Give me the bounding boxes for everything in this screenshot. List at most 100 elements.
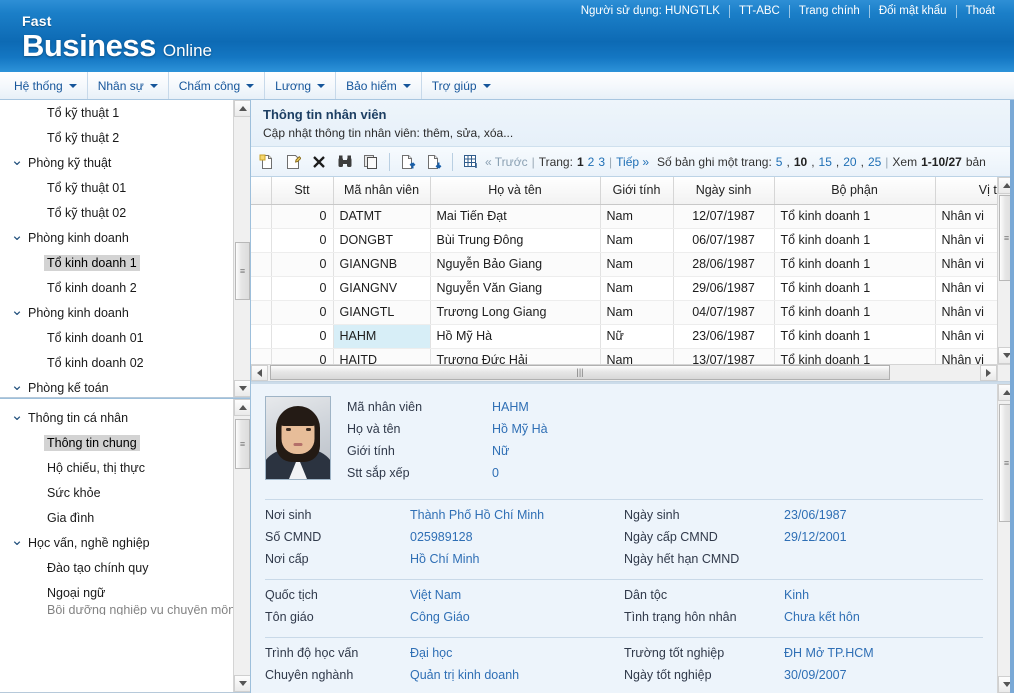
scroll-up-button[interactable] (234, 100, 250, 117)
category-tree-item[interactable]: Ngoại ngữ (0, 580, 233, 605)
page-size-20[interactable]: 20 (843, 155, 856, 169)
chevron-down-icon[interactable]: ⌄ (9, 311, 25, 315)
education-field-value[interactable]: Quản trị kinh doanh (410, 668, 624, 682)
personal-field-value[interactable]: 29/12/2001 (784, 530, 983, 544)
page-size-5[interactable]: 5 (776, 155, 783, 169)
column-header-code[interactable]: Mã nhân viên (333, 177, 430, 204)
menu-item-nhan-su[interactable]: Nhân sự (88, 72, 169, 99)
page-size-25[interactable]: 25 (868, 155, 881, 169)
education-field-value[interactable]: ĐH Mở TP.HCM (784, 646, 983, 660)
org-tree-item[interactable]: Tổ kinh doanh 02 (0, 350, 233, 375)
org-tree-item[interactable]: Tổ kinh doanh 2 (0, 275, 233, 300)
chevron-down-icon[interactable]: ⌄ (9, 386, 25, 390)
scroll-left-button[interactable] (251, 365, 268, 381)
category-tree-item[interactable]: Thông tin chung (0, 430, 233, 455)
category-tree-item[interactable]: ⌄Thông tin cá nhân (0, 405, 233, 430)
table-row[interactable]: 0DATMTMai Tiến ĐạtNam12/07/1987Tổ kinh d… (251, 204, 997, 228)
column-header-dept[interactable]: Bộ phận (774, 177, 935, 204)
menu-item-bao-hiem[interactable]: Bảo hiểm (336, 72, 422, 99)
horizontal-scroll-track[interactable] (268, 365, 980, 381)
category-tree-item[interactable]: Sức khỏe (0, 480, 233, 505)
personal-field-value[interactable]: 025989128 (410, 530, 624, 544)
column-header-dob[interactable]: Ngày sinh (673, 177, 774, 204)
menu-item-he-thong[interactable]: Hệ thống (4, 72, 88, 99)
category-tree-vertical-scrollbar[interactable] (233, 399, 250, 692)
origin-field-value[interactable]: Việt Nam (410, 588, 624, 602)
prev-page-link[interactable]: « Trước (485, 155, 528, 169)
table-row[interactable]: 0DONGBTBùi Trung ĐôngNam06/07/1987Tổ kin… (251, 228, 997, 252)
scroll-down-button[interactable] (234, 380, 250, 397)
column-header-position[interactable]: Vị trí (935, 177, 997, 204)
header-link-change-password[interactable]: Đổi mật khẩu (870, 5, 956, 17)
column-header-name[interactable]: Họ và tên (430, 177, 600, 204)
personal-field-value[interactable]: Hồ Chí Minh (410, 552, 624, 566)
org-tree-item[interactable]: Tổ kỹ thuật 1 (0, 100, 233, 125)
table-row[interactable]: 0GIANGTLTrương Long GiangNam04/07/1987Tổ… (251, 300, 997, 324)
scrollbar-thumb[interactable] (270, 365, 890, 380)
header-link-home[interactable]: Trang chính (790, 5, 869, 17)
education-field-value[interactable]: 30/09/2007 (784, 668, 983, 682)
scroll-up-button[interactable] (234, 399, 250, 416)
chevron-down-icon[interactable]: ⌄ (9, 161, 25, 165)
chevron-down-icon[interactable]: ⌄ (9, 236, 25, 240)
origin-field-value[interactable]: Công Giáo (410, 610, 624, 624)
table-row[interactable]: 0GIANGNVNguyễn Văn GiangNam29/06/1987Tổ … (251, 276, 997, 300)
column-header-stt[interactable]: Stt (271, 177, 333, 204)
org-tree-item[interactable]: ⌄Phòng kinh doanh (0, 225, 233, 250)
column-header-sex[interactable]: Giới tính (600, 177, 673, 204)
header-link-logout[interactable]: Thoát (957, 5, 1004, 17)
category-tree-item[interactable]: Đào tạo chính quy (0, 555, 233, 580)
org-tree-item[interactable]: Tổ kỹ thuật 01 (0, 175, 233, 200)
table-row[interactable]: 0GIANGNBNguyễn Bảo GiangNam28/06/1987Tổ … (251, 252, 997, 276)
new-record-button[interactable] (255, 150, 279, 174)
org-tree-item[interactable]: Tổ kinh doanh 01 (0, 325, 233, 350)
identity-field-value[interactable]: HAHM (492, 400, 983, 414)
edit-record-button[interactable] (281, 150, 305, 174)
category-tree-item[interactable]: ⌄Học vấn, nghề nghiệp (0, 530, 233, 555)
page-number-1[interactable]: 1 (577, 155, 584, 169)
header-link-tt-abc[interactable]: TT-ABC (730, 5, 789, 17)
menu-item-tro-giup[interactable]: Trợ giúp (422, 72, 501, 99)
page-number-3[interactable]: 3 (598, 155, 605, 169)
copy-record-button[interactable] (359, 150, 383, 174)
scroll-down-button[interactable] (234, 675, 250, 692)
grid-layout-button[interactable] (459, 150, 483, 174)
scroll-right-button[interactable] (980, 365, 997, 381)
table-row[interactable]: 0HAHMHồ Mỹ HàNữ23/06/1987Tổ kinh doanh 1… (251, 324, 997, 348)
search-records-button[interactable] (333, 150, 357, 174)
category-tree-item[interactable]: Hộ chiếu, thị thực (0, 455, 233, 480)
personal-field-value[interactable]: 23/06/1987 (784, 508, 983, 522)
category-tree-item[interactable]: Bồi dưỡng nghiệp vụ chuyên môn (0, 605, 233, 615)
table-row[interactable]: 0HAITDTrương Đức HảiNam13/07/1987Tổ kinh… (251, 348, 997, 364)
import-button[interactable] (396, 150, 420, 174)
identity-field-value[interactable]: 0 (492, 466, 983, 480)
origin-field-value[interactable]: Chưa kết hôn (784, 610, 983, 624)
app-logo[interactable]: Fast Business Online (22, 14, 212, 61)
identity-field-value[interactable]: Nữ (492, 444, 983, 458)
category-tree-item[interactable]: Gia đình (0, 505, 233, 530)
personal-field-value[interactable]: Thành Phố Hồ Chí Minh (410, 508, 624, 522)
page-number-2[interactable]: 2 (588, 155, 595, 169)
menu-item-cham-cong[interactable]: Chấm công (169, 72, 265, 99)
identity-field-value[interactable]: Hồ Mỹ Hà (492, 422, 983, 436)
org-tree-item[interactable]: Tổ kỹ thuật 2 (0, 125, 233, 150)
org-tree-item[interactable]: Tổ kinh doanh 1 (0, 250, 233, 275)
page-size-15[interactable]: 15 (819, 155, 832, 169)
grid-horizontal-scrollbar[interactable] (251, 364, 997, 381)
chevron-down-icon[interactable]: ⌄ (9, 416, 25, 420)
org-tree-item[interactable]: ⌄Phòng kế toán (0, 375, 233, 397)
org-tree-vertical-scrollbar[interactable] (233, 100, 250, 397)
scrollbar-thumb[interactable] (235, 242, 250, 300)
chevron-down-icon[interactable]: ⌄ (9, 541, 25, 545)
menu-item-luong[interactable]: Lương (265, 72, 336, 99)
origin-field-value[interactable]: Kinh (784, 588, 983, 602)
org-tree-item[interactable]: Tổ kỹ thuật 02 (0, 200, 233, 225)
page-size-10[interactable]: 10 (794, 155, 807, 169)
export-button[interactable] (422, 150, 446, 174)
next-page-link[interactable]: Tiếp » (616, 155, 649, 169)
scrollbar-thumb[interactable] (235, 419, 250, 469)
org-tree-item[interactable]: ⌄Phòng kinh doanh (0, 300, 233, 325)
delete-record-button[interactable] (307, 150, 331, 174)
education-field-value[interactable]: Đại học (410, 646, 624, 660)
org-tree-item[interactable]: ⌄Phòng kỹ thuật (0, 150, 233, 175)
